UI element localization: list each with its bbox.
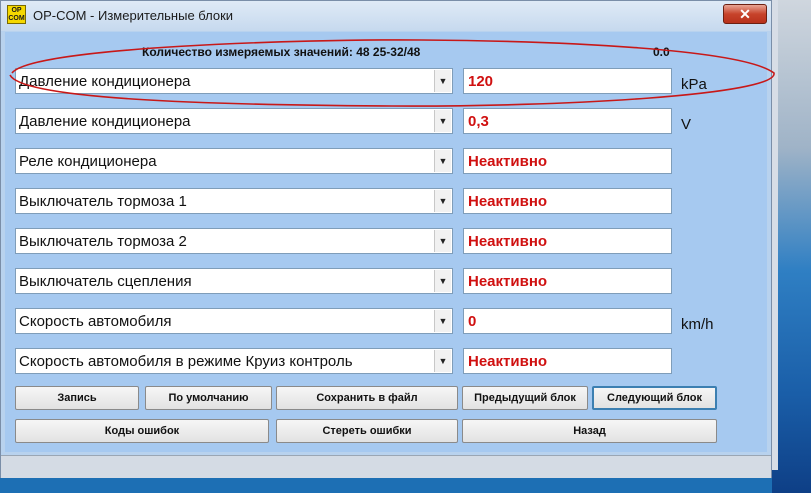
chevron-down-icon[interactable]: ▼ <box>434 270 451 292</box>
measurement-row: Реле кондиционера ▼ Неактивно <box>5 148 767 178</box>
parameter-select[interactable]: Выключатель сцепления ▼ <box>15 268 453 294</box>
parameter-select[interactable]: Выключатель тормоза 1 ▼ <box>15 188 453 214</box>
measurement-row: Давление кондиционера ▼ 120 kPa <box>5 68 767 98</box>
measurement-row: Давление кондиционера ▼ 0,3 V <box>5 108 767 138</box>
measurement-panel: Количество измеряемых значений: 48 25-32… <box>5 32 767 452</box>
opcom-window: OP COM OP-COM - Измерительные блоки ✕ Кол… <box>0 0 772 478</box>
parameter-label: Реле кондиционера <box>19 153 157 170</box>
value-text: Неактивно <box>468 233 548 250</box>
title-bar[interactable]: OP COM OP-COM - Измерительные блоки ✕ <box>1 1 771 31</box>
next-block-button[interactable]: Следующий блок <box>592 386 717 410</box>
measurement-row: Выключатель тормоза 1 ▼ Неактивно <box>5 188 767 218</box>
value-text: 120 <box>468 73 494 90</box>
parameter-select[interactable]: Давление кондиционера ▼ <box>15 108 453 134</box>
parameter-select[interactable]: Давление кондиционера ▼ <box>15 68 453 94</box>
value-text: Неактивно <box>468 153 548 170</box>
value-text: Неактивно <box>468 353 548 370</box>
value-text: 0 <box>468 313 477 330</box>
value-field: 0,3 <box>463 108 672 134</box>
chevron-down-icon[interactable]: ▼ <box>434 310 451 332</box>
value-text: Неактивно <box>468 273 548 290</box>
measurement-row: Скорость автомобиля в режиме Круиз контр… <box>5 348 767 378</box>
value-field: Неактивно <box>463 188 672 214</box>
close-icon: ✕ <box>739 6 751 22</box>
default-button[interactable]: По умолчанию <box>145 386 272 410</box>
value-field: Неактивно <box>463 228 672 254</box>
value-field: Неактивно <box>463 148 672 174</box>
previous-block-button[interactable]: Предыдущий блок <box>462 386 588 410</box>
measurement-row: Выключатель сцепления ▼ Неактивно <box>5 268 767 298</box>
parameter-label: Давление кондиционера <box>19 113 191 130</box>
unit-label: V <box>681 116 692 133</box>
chevron-down-icon[interactable]: ▼ <box>434 110 451 132</box>
chevron-down-icon[interactable]: ▼ <box>434 190 451 212</box>
value-text: Неактивно <box>468 193 548 210</box>
parameter-select[interactable]: Реле кондиционера ▼ <box>15 148 453 174</box>
chevron-down-icon[interactable]: ▼ <box>434 350 451 372</box>
window-title: OP-COM - Измерительные блоки <box>33 8 234 23</box>
parameter-select[interactable]: Выключатель тормоза 2 ▼ <box>15 228 453 254</box>
value-field: Неактивно <box>463 268 672 294</box>
clear-errors-button[interactable]: Стереть ошибки <box>276 419 458 443</box>
parameter-label: Скорость автомобиля в режиме Круиз контр… <box>19 353 353 370</box>
save-to-file-button[interactable]: Сохранить в файл <box>276 386 458 410</box>
parameter-select[interactable]: Скорость автомобиля в режиме Круиз контр… <box>15 348 453 374</box>
chevron-down-icon[interactable]: ▼ <box>434 70 451 92</box>
values-count-label: Количество измеряемых значений: 48 25-32… <box>142 45 421 59</box>
opcom-app-icon: OP COM <box>7 5 26 24</box>
measurement-row: Скорость автомобиля ▼ 0 km/h <box>5 308 767 338</box>
back-button[interactable]: Назад <box>462 419 717 443</box>
chevron-down-icon[interactable]: ▼ <box>434 150 451 172</box>
parameter-select[interactable]: Скорость автомобиля ▼ <box>15 308 453 334</box>
header-right-value: 0.0 <box>653 45 670 59</box>
record-button[interactable]: Запись <box>15 386 139 410</box>
unit-label: km/h <box>681 316 714 333</box>
error-codes-button[interactable]: Коды ошибок <box>15 419 269 443</box>
parameter-label: Скорость автомобиля <box>19 313 172 330</box>
parameter-label: Давление кондиционера <box>19 73 191 90</box>
chevron-down-icon[interactable]: ▼ <box>434 230 451 252</box>
status-bar <box>1 455 771 478</box>
parameter-label: Выключатель сцепления <box>19 273 192 290</box>
parameter-label: Выключатель тормоза 1 <box>19 193 187 210</box>
value-field: 120 <box>463 68 672 94</box>
parameter-label: Выключатель тормоза 2 <box>19 233 187 250</box>
value-text: 0,3 <box>468 113 489 130</box>
measurement-row: Выключатель тормоза 2 ▼ Неактивно <box>5 228 767 258</box>
unit-label: kPa <box>681 76 707 93</box>
close-button[interactable]: ✕ <box>723 4 767 24</box>
value-field: 0 <box>463 308 672 334</box>
value-field: Неактивно <box>463 348 672 374</box>
